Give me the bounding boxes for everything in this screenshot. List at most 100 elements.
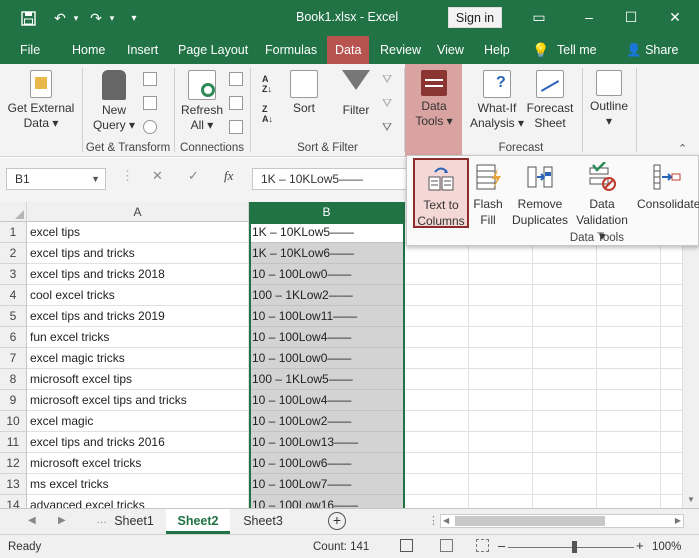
scroll-left-icon[interactable]: ◀: [443, 516, 449, 525]
zoom-slider-thumb[interactable]: [572, 541, 577, 553]
cell-a[interactable]: excel tips: [27, 222, 249, 243]
page-break-view-icon[interactable]: [476, 539, 489, 552]
empty-cell[interactable]: [405, 411, 469, 432]
zoom-level[interactable]: 100%: [652, 541, 681, 553]
empty-cell[interactable]: [597, 369, 661, 390]
empty-cell[interactable]: [405, 327, 469, 348]
cell-b[interactable]: 10 – 100Low4——: [249, 327, 405, 348]
cell-a[interactable]: microsoft excel tricks: [27, 453, 249, 474]
tab-insert[interactable]: Insert: [127, 36, 158, 64]
cell-b[interactable]: 100 – 1KLow2——: [249, 285, 405, 306]
zoom-out-button[interactable]: –: [498, 538, 505, 553]
empty-cell[interactable]: [405, 474, 469, 495]
empty-cell[interactable]: [533, 285, 597, 306]
enter-icon[interactable]: ✓: [188, 168, 199, 184]
cancel-icon[interactable]: ✕: [152, 168, 163, 184]
row-header[interactable]: 1: [0, 222, 27, 243]
empty-cell[interactable]: [533, 474, 597, 495]
empty-cell[interactable]: [469, 390, 533, 411]
row-header[interactable]: 3: [0, 264, 27, 285]
row-header[interactable]: 2: [0, 243, 27, 264]
empty-cell[interactable]: [405, 348, 469, 369]
customize-toolbar-icon[interactable]: ▾: [124, 8, 144, 28]
insert-function-icon[interactable]: fx: [224, 168, 233, 184]
reapply-filter-icon[interactable]: ⛛: [382, 96, 392, 111]
cell-a[interactable]: ms excel tricks: [27, 474, 249, 495]
scroll-right-icon[interactable]: ▶: [675, 516, 681, 525]
row-header[interactable]: 13: [0, 474, 27, 495]
formula-input[interactable]: 1K – 10KLow5——: [252, 168, 407, 190]
clear-filter-icon[interactable]: ⛛: [382, 72, 392, 87]
empty-cell[interactable]: [533, 306, 597, 327]
cell-a[interactable]: microsoft excel tips: [27, 369, 249, 390]
empty-cell[interactable]: [405, 369, 469, 390]
empty-cell[interactable]: [533, 495, 597, 508]
cell-a[interactable]: advanced excel tricks: [27, 495, 249, 508]
empty-cell[interactable]: [597, 306, 661, 327]
cell-a[interactable]: microsoft excel tips and tricks: [27, 390, 249, 411]
sort-button[interactable]: Sort: [284, 70, 324, 116]
consolidate-button[interactable]: Consolidate: [633, 162, 699, 212]
cell-b[interactable]: 10 – 100Low0——: [249, 264, 405, 285]
row-header[interactable]: 7: [0, 348, 27, 369]
cell-b[interactable]: 10 – 100Low13——: [249, 432, 405, 453]
empty-cell[interactable]: [597, 453, 661, 474]
edit-links-icon[interactable]: [229, 120, 243, 134]
tabs-splitter-icon[interactable]: ⋮: [428, 514, 439, 527]
empty-cell[interactable]: [405, 306, 469, 327]
share-button[interactable]: 👤 Share: [626, 36, 678, 64]
empty-cell[interactable]: [469, 285, 533, 306]
empty-cell[interactable]: [533, 390, 597, 411]
empty-cell[interactable]: [469, 264, 533, 285]
tab-data[interactable]: Data: [327, 36, 370, 64]
cell-b[interactable]: 10 – 100Low2——: [249, 411, 405, 432]
cell-b[interactable]: 10 – 100Low0——: [249, 348, 405, 369]
new-query-button[interactable]: New Query ▾: [88, 70, 140, 133]
empty-cell[interactable]: [405, 285, 469, 306]
next-sheet-icon[interactable]: ▶: [58, 515, 66, 526]
tab-view[interactable]: View: [437, 36, 464, 64]
empty-cell[interactable]: [533, 348, 597, 369]
empty-cell[interactable]: [533, 411, 597, 432]
redo-dropdown-icon[interactable]: ▾: [102, 8, 122, 28]
maximize-button[interactable]: ☐: [620, 6, 642, 28]
empty-cell[interactable]: [597, 285, 661, 306]
sort-za-icon[interactable]: Z A↓: [262, 104, 273, 124]
empty-cell[interactable]: [597, 243, 661, 264]
page-layout-view-icon[interactable]: [440, 539, 453, 552]
remove-duplicates-button[interactable]: Remove Duplicates: [509, 162, 571, 228]
tab-file[interactable]: File: [20, 36, 40, 64]
get-external-data-button[interactable]: Get External Data ▾: [4, 70, 78, 131]
empty-cell[interactable]: [597, 474, 661, 495]
empty-cell[interactable]: [597, 264, 661, 285]
empty-cell[interactable]: [597, 348, 661, 369]
empty-cell[interactable]: [469, 474, 533, 495]
add-sheet-icon[interactable]: +: [328, 512, 346, 530]
zoom-slider-track[interactable]: [508, 547, 634, 548]
cell-a[interactable]: excel tips and tricks 2016: [27, 432, 249, 453]
prev-sheet-icon[interactable]: ◀: [28, 515, 36, 526]
ribbon-display-icon[interactable]: ▭: [528, 6, 550, 28]
cell-b[interactable]: 10 – 100Low6——: [249, 453, 405, 474]
cell-a[interactable]: excel tips and tricks 2018: [27, 264, 249, 285]
row-header[interactable]: 9: [0, 390, 27, 411]
empty-cell[interactable]: [469, 348, 533, 369]
empty-cell[interactable]: [469, 495, 533, 508]
empty-cell[interactable]: [597, 432, 661, 453]
empty-cell[interactable]: [469, 243, 533, 264]
row-header[interactable]: 10: [0, 411, 27, 432]
empty-cell[interactable]: [405, 264, 469, 285]
row-header[interactable]: 8: [0, 369, 27, 390]
tab-formulas[interactable]: Formulas: [265, 36, 317, 64]
cell-a[interactable]: excel magic: [27, 411, 249, 432]
tab-page-layout[interactable]: Page Layout: [178, 36, 248, 64]
empty-cell[interactable]: [533, 327, 597, 348]
empty-cell[interactable]: [533, 432, 597, 453]
cell-a[interactable]: excel magic tricks: [27, 348, 249, 369]
tab-home[interactable]: Home: [72, 36, 105, 64]
sort-az-icon[interactable]: A Z↓: [262, 74, 272, 94]
refresh-all-button[interactable]: Refresh All ▾: [178, 70, 226, 133]
row-header[interactable]: 6: [0, 327, 27, 348]
empty-cell[interactable]: [405, 495, 469, 508]
recent-sources-icon[interactable]: [143, 120, 157, 134]
